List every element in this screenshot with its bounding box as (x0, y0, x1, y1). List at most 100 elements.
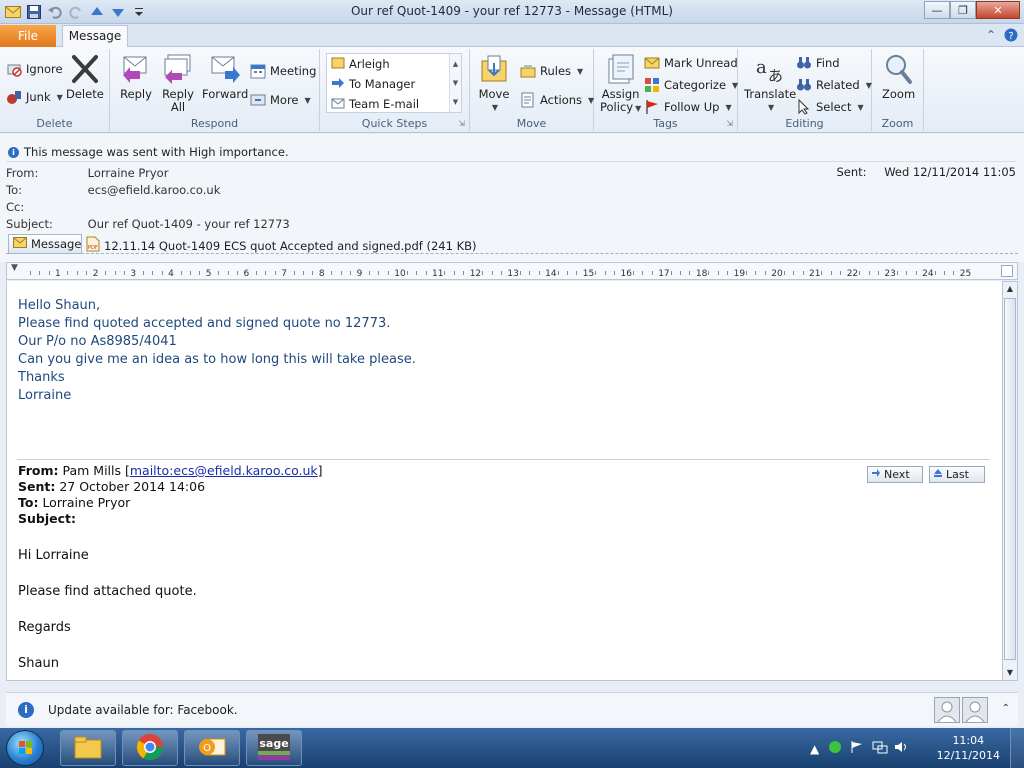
scroll-up-icon[interactable]: ▲ (1004, 283, 1016, 295)
ruler-tick (491, 271, 493, 275)
help-icon[interactable]: ? (1004, 28, 1018, 45)
chevron-up-icon[interactable]: ⌃ (1002, 703, 1010, 714)
action-center-flag-icon[interactable] (850, 740, 864, 757)
ruler-number: 12 (469, 269, 482, 279)
vertical-scrollbar[interactable]: ▲ ▼ (1002, 281, 1018, 681)
next-button[interactable]: Next (867, 466, 923, 483)
group-label-delete: Delete (36, 117, 73, 130)
zoom-button[interactable]: Zoom (882, 53, 915, 101)
ruler-tick (529, 271, 531, 275)
cc-row: Cc: (6, 200, 25, 214)
person-avatar-icon[interactable] (934, 697, 960, 723)
select-button[interactable]: Select ▼ (796, 98, 864, 115)
taskbar-clock[interactable]: 11:04 12/11/2014 (937, 733, 1000, 763)
group-label-zoom: Zoom (881, 117, 914, 130)
volume-icon[interactable] (894, 740, 910, 757)
follow-up-button[interactable]: Follow Up ▼ (644, 99, 732, 115)
svg-text:あ: あ (768, 67, 783, 85)
quoted-line: Shaun (18, 656, 59, 671)
maximize-button[interactable]: ❐ (950, 1, 976, 19)
message-header: i This message was sent with High import… (0, 134, 1024, 262)
start-button[interactable] (6, 730, 44, 766)
ignore-button[interactable]: Ignore (6, 61, 63, 77)
indent-marker-icon[interactable]: ▼ (11, 263, 18, 273)
expand-gallery-icon[interactable]: ▼ (453, 98, 458, 106)
message-chip[interactable]: Message (8, 234, 82, 254)
view-ruler-icon[interactable] (1001, 265, 1013, 277)
status-green-icon[interactable] (828, 740, 842, 757)
junk-button[interactable]: Junk ▼ (6, 89, 63, 105)
meeting-button[interactable]: Meeting (250, 63, 316, 79)
reply-button[interactable]: Reply (120, 53, 152, 101)
ruler-tick (821, 271, 823, 275)
quick-step-arleigh[interactable]: Arleigh (327, 54, 461, 74)
related-button[interactable]: Related ▼ (796, 77, 872, 93)
mailto-link[interactable]: mailto:ecs@efield.karoo.co.uk (130, 463, 318, 478)
ruler-tick (48, 271, 50, 275)
from-value[interactable]: Lorraine Pryor (88, 166, 169, 180)
info-icon: i (8, 146, 19, 158)
to-value[interactable]: ecs@efield.karoo.co.uk (88, 183, 221, 197)
quick-step-to-manager[interactable]: To Manager (327, 74, 461, 94)
chevron-up-icon[interactable]: ▲ (453, 60, 458, 68)
tab-message[interactable]: Message (62, 25, 128, 48)
mark-unread-button[interactable]: Mark Unread (644, 55, 738, 71)
importance-banner: i This message was sent with High import… (8, 145, 289, 159)
group-label-move: Move (516, 117, 547, 130)
quick-step-team-email[interactable]: Team E-mail (327, 94, 461, 114)
taskbar-sage[interactable]: sage (246, 730, 302, 766)
ruler-number: 25 (959, 269, 972, 279)
message-body[interactable]: Hello Shaun, Please find quoted accepted… (6, 281, 1002, 681)
chevron-down-icon: ▼ (857, 102, 864, 112)
taskbar-explorer[interactable] (60, 730, 116, 766)
ignore-icon (6, 61, 22, 77)
scroll-thumb[interactable] (1004, 298, 1016, 660)
chevron-down-icon: ▼ (725, 102, 732, 112)
ruler-tick (868, 271, 870, 275)
last-button[interactable]: Last (929, 466, 985, 483)
delete-button[interactable]: Delete (66, 53, 104, 101)
chevron-down-icon[interactable]: ▼ (453, 79, 458, 87)
assign-policy-button[interactable]: Assign Policy ▼ (600, 53, 641, 115)
close-button[interactable]: ✕ (976, 1, 1020, 19)
dialog-launcher-icon[interactable]: ⇲ (726, 119, 733, 128)
title-bar: Our ref Quot-1409 - your ref 12773 - Mes… (0, 0, 1024, 24)
group-editing: aあ Translate ▼ Find Related ▼ Select ▼ Edi… (738, 49, 872, 131)
ruler-tick (387, 271, 389, 275)
ruler-tick (444, 271, 446, 275)
person-avatar-icon[interactable] (962, 697, 988, 723)
rules-button[interactable]: Rules ▼ (520, 63, 583, 79)
tab-file[interactable]: File (0, 25, 56, 47)
taskbar-outlook[interactable]: O (184, 730, 240, 766)
reply-all-button[interactable]: Reply All (162, 53, 194, 114)
ribbon: Ignore Junk ▼ Delete Delete Reply Reply A… (0, 47, 1024, 133)
quick-steps-scroll[interactable]: ▲ ▼ ▼ (449, 54, 461, 112)
ruler-number: 16 (620, 269, 632, 279)
notification-text[interactable]: Update available for: Facebook. (48, 703, 238, 717)
show-desktop-button[interactable] (1010, 728, 1024, 768)
people-pane-avatars (934, 697, 988, 723)
translate-button[interactable]: aあ Translate ▼ (744, 53, 796, 114)
actions-button[interactable]: Actions ▼ (520, 92, 594, 108)
taskbar-chrome[interactable] (122, 730, 178, 766)
scroll-down-icon[interactable]: ▼ (1004, 667, 1016, 679)
minimize-button[interactable]: — (924, 1, 950, 19)
attachment-file[interactable]: PDF 12.11.14 Quot-1409 ECS quot Accepted… (86, 236, 477, 255)
forward-button[interactable]: Forward (202, 53, 248, 101)
find-button[interactable]: Find (796, 55, 840, 71)
window-controls: — ❐ ✕ (924, 1, 1020, 19)
move-button[interactable]: Move ▼ (478, 53, 510, 114)
network-icon[interactable] (872, 740, 888, 757)
categorize-button[interactable]: Categorize ▼ (644, 77, 738, 93)
next-arrow-icon (871, 468, 881, 481)
dialog-launcher-icon[interactable]: ⇲ (458, 119, 465, 128)
ruler-tick (453, 271, 455, 275)
ruler-tick (161, 271, 163, 275)
minimize-ribbon-icon[interactable]: ⌃ (986, 28, 996, 45)
ruler-tick (953, 271, 955, 275)
binoculars-icon (796, 55, 812, 71)
show-hidden-icons-icon[interactable]: ▲ (810, 742, 819, 756)
more-respond-button[interactable]: More ▼ (250, 92, 311, 108)
subject-row: Subject: Our ref Quot-1409 - your ref 12… (6, 217, 290, 231)
group-move: Move ▼ Rules ▼ Actions ▼ Move (470, 49, 594, 131)
